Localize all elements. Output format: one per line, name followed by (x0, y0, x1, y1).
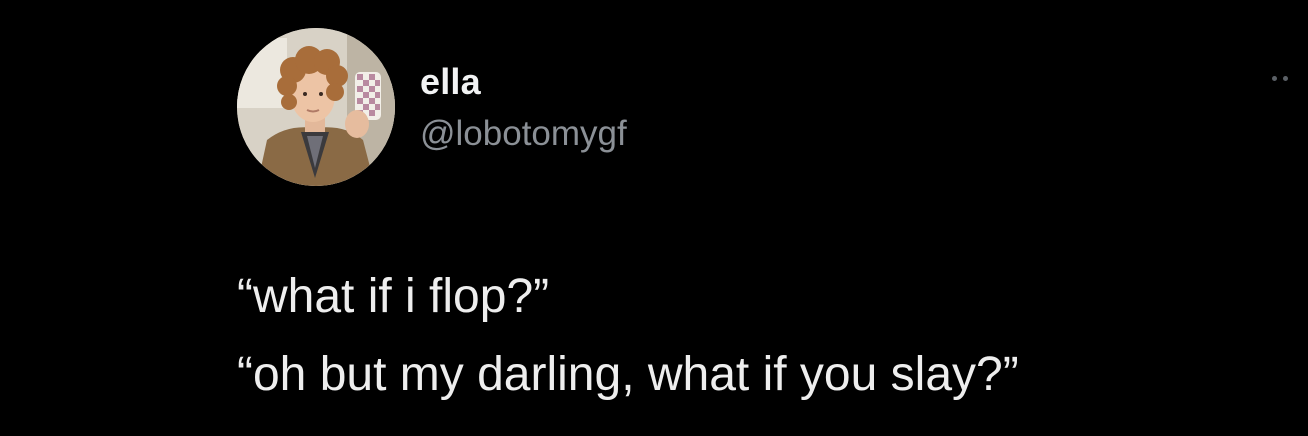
tweet-text: “what if i flop?” “oh but my darling, wh… (237, 258, 1297, 414)
author-display-name[interactable]: ella (420, 62, 481, 102)
author-handle[interactable]: @lobotomygf (420, 114, 627, 154)
tweet-line: “what if i flop?” (237, 270, 550, 323)
profile-photo-icon (237, 28, 395, 186)
more-horizontal-icon (1272, 75, 1277, 81)
more-horizontal-icon (1283, 75, 1288, 81)
more-options-button[interactable] (1272, 66, 1304, 90)
tweet-line: “oh but my darling, what if you slay?” (237, 348, 1019, 401)
tweet-card: ella @lobotomygf “what if i flop?” “oh b… (0, 0, 1308, 436)
avatar[interactable] (237, 28, 395, 186)
